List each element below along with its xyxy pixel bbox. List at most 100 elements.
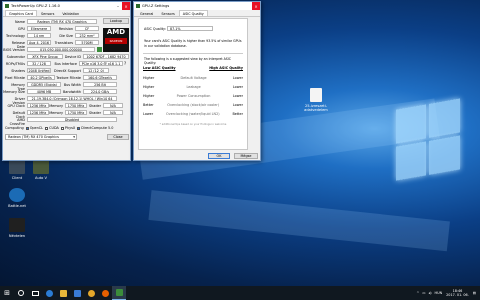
window-title: GPU-Z Settings <box>142 4 170 8</box>
computing-label: Computing <box>5 126 24 130</box>
help-icon[interactable]: ? <box>124 61 126 66</box>
system-tray: ^ ▭ ◂) HUN 18:46 2017. 01. 06. ▤ <box>416 289 480 297</box>
taskbar-chrome[interactable] <box>84 286 98 300</box>
network-icon[interactable]: ▭ <box>422 291 425 295</box>
chrome-icon <box>87 289 95 297</box>
texture-fillrate-label: Texture Fillrate <box>56 76 81 80</box>
ok-button[interactable]: OK <box>208 153 230 159</box>
desktop-icon-auto[interactable]: Auto V <box>26 160 56 180</box>
clock-date: 2017. 01. 06. <box>446 293 469 297</box>
desktop-icon-label: Battle.net <box>8 204 26 208</box>
asic-line: Higher Power Consumption Lower <box>143 94 243 98</box>
close-button[interactable]: Close <box>107 134 129 140</box>
desktop-icon-file[interactable]: 25-izreszeti-adatvedelem <box>298 88 334 112</box>
windows-start-icon: ⊞ <box>4 289 10 297</box>
cortana-button[interactable] <box>14 286 28 300</box>
revision-label: Revision <box>58 27 73 31</box>
directcompute-label: DirectCompute 5.0 <box>81 126 114 130</box>
technology-value: 14 nm <box>27 33 51 38</box>
shader-clock-label: Shader <box>88 104 101 108</box>
tab-validation[interactable]: Validation <box>58 10 83 16</box>
close-icon[interactable]: × <box>122 2 130 10</box>
bandwidth-value: 224.0 GB/s <box>83 89 117 94</box>
desktop-icon-nevtelen[interactable]: Névtelen <box>2 218 32 238</box>
tab-general[interactable]: General <box>136 10 157 16</box>
cuda-label: CUDA <box>49 126 59 130</box>
store-icon <box>73 289 81 297</box>
asic-header: Low ASIC Quality High ASIC Quality <box>143 66 243 70</box>
directcompute-checkbox[interactable] <box>77 126 81 130</box>
default-shader-label: Shader <box>88 111 101 115</box>
shaders-label: Shaders <box>11 69 25 73</box>
close-icon[interactable]: × <box>252 2 260 10</box>
directx-value: 12 (12_0) <box>83 68 109 73</box>
transistors-label: Transistors <box>54 41 73 45</box>
taskbar: ⊞ ^ ▭ ◂) HUN 18:46 2017. 01. 06. ▤ <box>0 286 480 300</box>
tab-graphics-card[interactable]: Graphics Card <box>5 10 37 16</box>
nevtelen-icon <box>9 218 25 232</box>
memory-type-value: GDDR5 (Elpida) <box>27 82 61 87</box>
taskbar-firefox[interactable] <box>98 286 112 300</box>
task-view-button[interactable] <box>28 286 42 300</box>
volume-icon[interactable]: ◂) <box>429 291 432 295</box>
bios-version-label: BIOS Version <box>3 48 25 52</box>
clock[interactable]: 18:46 2017. 01. 06. <box>446 289 469 297</box>
high-asic-label: High ASIC Quality <box>209 66 243 70</box>
share-icon[interactable] <box>97 47 102 52</box>
memory-size-value: 4096 MB <box>27 89 61 94</box>
lookup-button[interactable]: Lookup <box>103 18 129 24</box>
desktop-icon-battlenet[interactable]: Battle.net <box>2 188 32 208</box>
asic-line: Higher Default Voltage Lower <box>143 76 243 80</box>
default-memory-value: 1750 MHz <box>65 110 87 115</box>
taskbar-edge[interactable] <box>42 286 56 300</box>
asic-line: Higher Leakage Lower <box>143 85 243 89</box>
taskbar-store[interactable] <box>70 286 84 300</box>
gpuz-app-icon <box>5 4 9 8</box>
asic-label: ASIC Quality: <box>144 27 166 31</box>
settings-tabs: General Sensors ASIC Quality <box>134 10 260 17</box>
windows-logo <box>396 98 460 183</box>
settings-titlebar[interactable]: GPU-Z Settings × <box>134 2 260 10</box>
tab-sensors[interactable]: Sensors <box>37 10 58 16</box>
device-id-value: 1002 67DF - 1682 9470 <box>83 54 129 59</box>
release-date-value: Aug 4, 2016 <box>27 40 51 45</box>
tab-sensors[interactable]: Sensors <box>157 10 178 16</box>
cuda-checkbox[interactable] <box>45 126 49 130</box>
die-size-value: 232 mm² <box>75 33 99 38</box>
default-clock-value: 1256 MHz <box>27 110 49 115</box>
taskbar-gpuz[interactable] <box>112 286 126 300</box>
gpu-select-value: Radeon (TM) RX 470 Graphics <box>8 135 59 139</box>
opencl-checkbox[interactable] <box>25 126 29 130</box>
folder-icon <box>59 289 67 297</box>
taskbar-explorer[interactable] <box>56 286 70 300</box>
technology-label: Technology <box>6 34 25 38</box>
default-memory-label: Memory <box>49 111 63 115</box>
asic-line: Better Overclocking (stock/air cooler) L… <box>143 103 243 107</box>
physx-label: PhysX <box>64 126 76 130</box>
crossfire-label: AMD CrossFire <box>9 118 25 126</box>
revision-value: CF <box>75 26 99 31</box>
shader-clock-value: N/A <box>103 103 123 108</box>
name-value: Radeon (TM) RX 470 Graphics <box>27 19 97 24</box>
gpu-clock-value: 1256 MHz <box>27 103 49 108</box>
texture-fillrate-value: 160.6 GTexel/s <box>83 75 117 80</box>
gpuz-titlebar[interactable]: TechPowerUp GPU-Z 1.16.0 – × <box>3 2 130 10</box>
device-id-label: Device ID <box>64 55 81 59</box>
gpu-clock-label: GPU Clock <box>7 104 25 108</box>
minimize-button[interactable]: – <box>114 2 122 10</box>
cancel-button[interactable]: Mégse <box>234 153 258 159</box>
chevron-up-icon[interactable]: ^ <box>416 291 419 295</box>
tab-asic-quality[interactable]: ASIC Quality <box>178 10 208 16</box>
chevron-down-icon: ▾ <box>73 135 75 139</box>
language-indicator[interactable]: HUN <box>435 291 443 295</box>
amd-radeon-logo: AMD RADEON <box>103 28 129 52</box>
light-beam <box>148 190 450 252</box>
gpu-select-dropdown[interactable]: Radeon (TM) RX 470 Graphics ▾ <box>5 134 77 140</box>
name-label: Name <box>14 20 25 24</box>
start-button[interactable]: ⊞ <box>0 286 14 300</box>
auto-icon <box>33 160 49 174</box>
notifications-icon[interactable]: ▤ <box>473 291 476 295</box>
default-shader-value: N/A <box>103 110 123 115</box>
firefox-icon <box>101 289 109 297</box>
physx-checkbox[interactable] <box>60 126 64 130</box>
